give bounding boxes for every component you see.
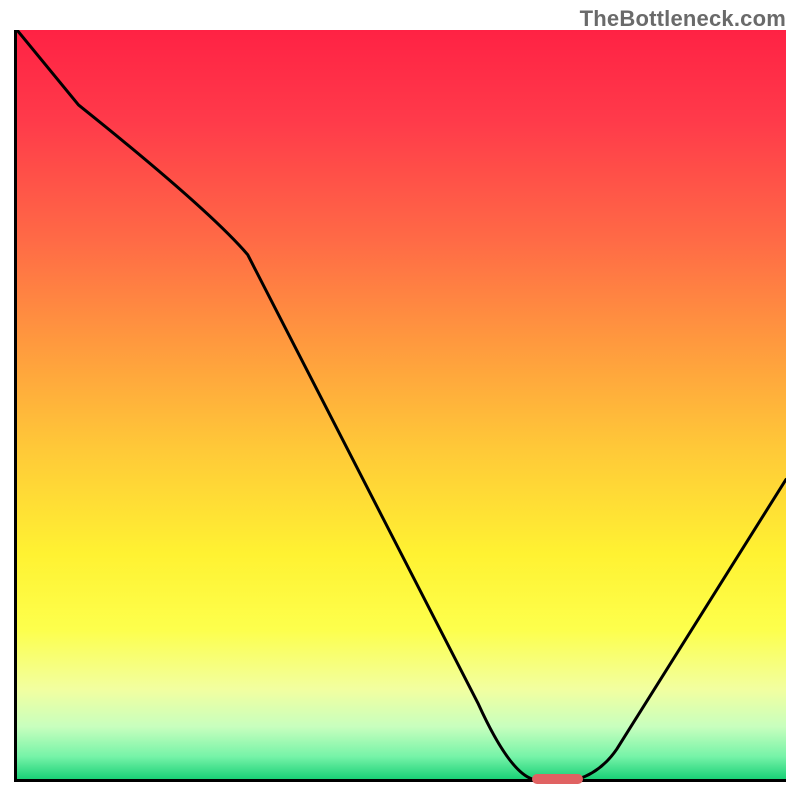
bottleneck-curve <box>17 30 786 779</box>
chart-container: TheBottleneck.com <box>0 0 800 800</box>
optimum-marker <box>532 774 582 784</box>
watermark-text: TheBottleneck.com <box>580 6 786 32</box>
plot-area <box>14 30 786 782</box>
